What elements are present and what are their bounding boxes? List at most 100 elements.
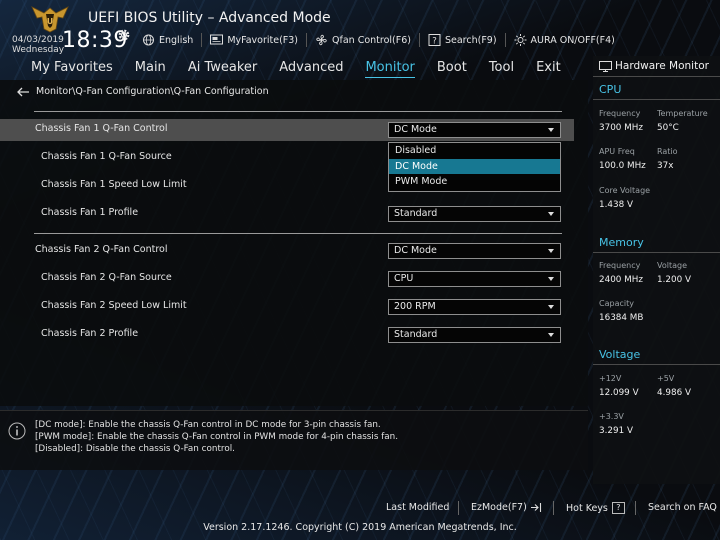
chevron-down-icon [548,305,554,309]
setting-label: Chassis Fan 1 Speed Low Limit [41,179,187,190]
fan1-control-select[interactable]: DC Mode [388,122,561,138]
fan2-low-limit-select[interactable]: 200 RPM [388,299,561,315]
chevron-down-icon [548,249,554,253]
memory-voltage-label: Voltage [657,261,688,270]
apu-freq-value: 100.0 MHz [599,161,646,171]
search-faq-button[interactable]: Search on FAQ [648,502,717,513]
toolbar: English MyFavorite(F3) Qfan Control(F6) … [138,31,623,49]
tab-my-favorites[interactable]: My Favorites [0,58,124,78]
v12-label: +12V [599,374,622,383]
aura-icon [514,34,527,46]
chevron-down-icon [548,277,554,281]
cpu-temperature-value: 50°C [657,123,679,133]
fan1-profile-select[interactable]: Standard [388,206,561,222]
fan2-control-select[interactable]: DC Mode [388,243,561,259]
help-line: [DC mode]: Enable the chassis Q-Fan cont… [35,420,381,430]
v33-label: +3.3V [599,412,624,421]
cpu-frequency-label: Frequency [599,109,641,118]
tab-monitor[interactable]: Monitor [354,58,425,78]
hardware-monitor-label: Hardware Monitor [615,60,709,72]
setting-label: Chassis Fan 1 Profile [41,207,139,218]
select-value: DC Mode [394,245,437,256]
v12-value: 12.099 V [599,388,639,398]
fan2-profile-select[interactable]: Standard [388,327,561,343]
language-label: English [159,34,194,46]
monitor-icon [599,60,612,72]
select-value: DC Mode [394,124,437,135]
breadcrumb: Monitor\Q-Fan Configuration\Q-Fan Config… [16,86,269,97]
tab-tool[interactable]: Tool [478,58,525,78]
fan-icon [316,34,327,46]
header: U UEFI BIOS Utility – Advanced Mode 04/0… [0,0,720,58]
main-menu: My Favorites Main Ai Tweaker Advanced Mo… [0,58,588,78]
qfan-control-button[interactable]: Qfan Control(F6) [306,33,419,47]
myfavorite-button[interactable]: MyFavorite(F3) [201,33,306,47]
tab-main[interactable]: Main [124,58,177,78]
chevron-down-icon [548,128,554,132]
setting-label: Chassis Fan 2 Q-Fan Control [35,244,168,255]
ezmode-label: EzMode(F7) [471,502,527,513]
svg-text:U: U [47,17,54,26]
help-line: [Disabled]: Disable the chassis Q-Fan co… [35,444,235,454]
setting-label: Chassis Fan 1 Q-Fan Control [35,123,168,134]
setting-label: Chassis Fan 2 Profile [41,328,139,339]
breadcrumb-path: Monitor\Q-Fan Configuration\Q-Fan Config… [36,86,269,97]
ratio-label: Ratio [657,147,678,156]
app-title: UEFI BIOS Utility – Advanced Mode [88,10,331,26]
voltage-heading: Voltage [599,348,641,361]
qfan-control-label: Qfan Control(F6) [332,34,411,46]
select-value: Standard [394,329,438,340]
back-arrow-icon[interactable] [16,87,30,97]
favorite-icon [210,34,224,45]
language-button[interactable]: English [138,33,201,47]
core-voltage-label: Core Voltage [599,186,651,195]
myfavorite-label: MyFavorite(F3) [227,34,299,46]
core-voltage-value: 1.438 V [599,200,633,210]
aura-label: AURA ON/OFF(F4) [530,34,615,46]
footer-divider [553,501,554,515]
svg-text:?: ? [432,36,437,46]
hot-keys-button[interactable]: Hot Keys ? [566,502,625,514]
last-modified-button[interactable]: Last Modified [386,502,449,513]
help-panel: [DC mode]: Enable the chassis Q-Fan cont… [0,410,588,470]
v5-value: 4.986 V [657,388,691,398]
setting-label: Chassis Fan 2 Q-Fan Source [41,272,172,283]
gear-icon[interactable] [117,28,131,42]
help-key-icon: ? [611,502,625,514]
search-icon: ? [428,34,441,46]
search-button[interactable]: ? Search(F9) [418,33,505,47]
dropdown-option-pwm-mode[interactable]: PWM Mode [389,174,560,190]
tab-exit[interactable]: Exit [525,58,572,78]
ezmode-button[interactable]: EzMode(F7) [471,502,542,513]
ratio-value: 37x [657,161,674,171]
help-text: [DC mode]: Enable the chassis Q-Fan cont… [35,419,398,455]
version-text: Version 2.17.1246. Copyright (C) 2019 Am… [203,522,517,533]
memory-frequency-label: Frequency [599,261,641,270]
memory-capacity-value: 16384 MB [599,313,644,323]
divider [593,76,720,77]
section-divider [34,233,562,234]
chevron-down-icon [548,333,554,337]
help-line: [PWM mode]: Enable the chassis Q-Fan con… [35,432,399,442]
memory-voltage-value: 1.200 V [657,275,691,285]
divider [593,364,720,365]
section-divider [34,111,562,112]
footer-divider [635,501,636,515]
tab-boot[interactable]: Boot [426,58,478,78]
hot-keys-label: Hot Keys [566,502,608,514]
tab-advanced[interactable]: Advanced [268,58,354,78]
setting-label: Chassis Fan 1 Q-Fan Source [41,151,172,162]
exit-icon [530,503,541,512]
v5-label: +5V [657,374,675,383]
dropdown-option-disabled[interactable]: Disabled [389,143,560,159]
settings-panel: Monitor\Q-Fan Configuration\Q-Fan Config… [0,80,588,406]
footer-divider [458,501,459,515]
tab-ai-tweaker[interactable]: Ai Tweaker [177,58,268,78]
fan2-source-select[interactable]: CPU [388,271,561,287]
setting-label: Chassis Fan 2 Speed Low Limit [41,300,187,311]
chevron-down-icon [548,212,554,216]
dropdown-option-dc-mode[interactable]: DC Mode [389,158,560,174]
search-label: Search(F9) [444,34,497,46]
v33-value: 3.291 V [599,426,633,436]
aura-toggle-button[interactable]: AURA ON/OFF(F4) [504,33,623,47]
